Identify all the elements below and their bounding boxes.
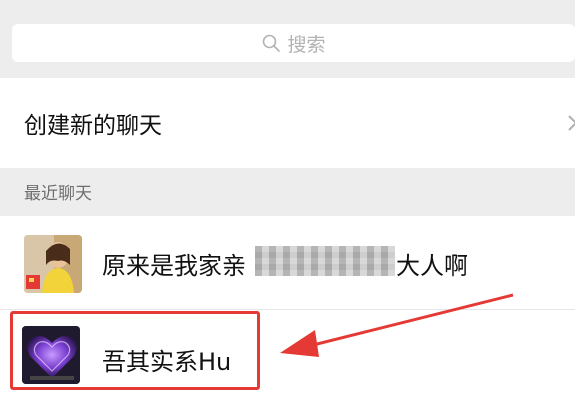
avatar	[24, 235, 82, 293]
red-arrow-annotation	[280, 293, 514, 357]
obscured-text-mosaic	[255, 246, 395, 276]
create-new-chat-label: 创建新的聊天	[24, 113, 162, 139]
highlight-box	[10, 311, 260, 390]
recent-chats-header: 最近聊天	[0, 168, 575, 214]
chat-name-start: 原来是我家亲	[102, 252, 246, 280]
search-bar-area: 搜索	[0, 0, 575, 78]
search-input[interactable]: 搜索	[12, 24, 575, 62]
chat-name-end: 大人啊	[396, 252, 468, 280]
search-placeholder: 搜索	[287, 33, 326, 56]
chevron-right-icon	[568, 115, 575, 131]
recent-chats-label: 最近聊天	[24, 183, 92, 204]
create-new-chat-row[interactable]: 创建新的聊天	[0, 78, 575, 168]
search-icon	[263, 34, 281, 52]
